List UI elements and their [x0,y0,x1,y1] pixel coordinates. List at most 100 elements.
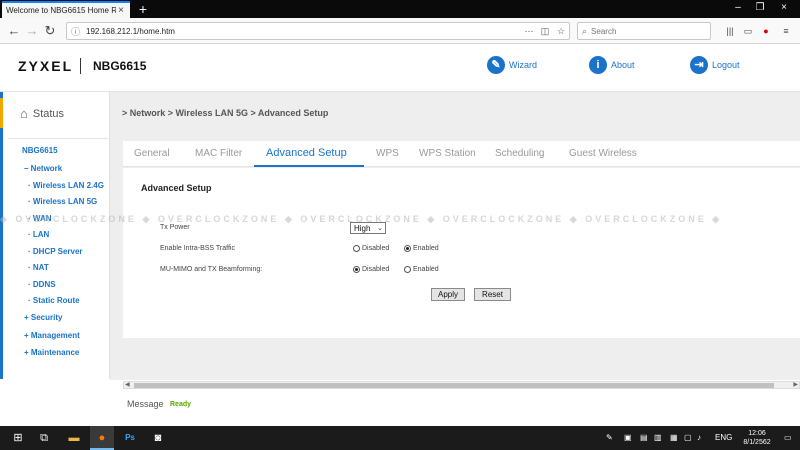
search-icon: ⌕ [582,25,588,36]
scrollbar-thumb[interactable] [134,383,774,388]
radio-label: Enabled [413,245,439,252]
window-close-icon[interactable]: × [774,2,794,13]
firefox-icon[interactable]: ● [94,430,110,446]
clock-date: 8/1/2562 [743,439,771,446]
wizard-label: Wizard [509,60,538,70]
clock[interactable]: 12:06 8/1/2562 [737,429,777,447]
intra-bss-enabled-radio[interactable]: Enabled [404,245,439,252]
browser-nav-bar: ← → ↻ ⓘ 192.168.212.1/home.htm ⋯ ◫ ☆ ⌕ |… [0,18,800,44]
camera-app-icon[interactable]: ◙ [150,430,166,446]
forward-icon[interactable]: → [24,23,40,39]
intra-bss-label: Enable Intra-BSS Traffic [160,245,235,252]
about-link[interactable]: i About [589,56,635,74]
volume-icon[interactable]: ♪ [697,433,701,442]
file-explorer-icon[interactable]: ▬ [66,430,82,446]
tray-icon[interactable]: ▥ [654,433,662,442]
address-bar[interactable]: ⓘ 192.168.212.1/home.htm ⋯ ◫ ☆ [66,22,570,40]
tx-power-value: High [354,223,371,233]
status-highlight-bar [0,98,3,128]
sidebar-item-maintenance[interactable]: + Maintenance [24,348,79,357]
reset-button[interactable]: Reset [474,288,511,301]
back-icon[interactable]: ← [6,23,22,39]
sidebar-item-nat[interactable]: · NAT [28,263,49,272]
address-url: 192.168.212.1/home.htm [86,26,175,36]
browser-tab-title: Welcome to NBG6615 Home Ro [6,6,116,15]
tab-advanced-setup[interactable]: Advanced Setup [266,147,347,159]
sidebar-item-wireless-24g[interactable]: · Wireless LAN 2.4G [28,181,104,190]
sidebar-item-dhcp[interactable]: · DHCP Server [28,247,83,256]
notifications-icon[interactable]: ▭ [784,433,792,442]
logout-label: Logout [712,60,740,70]
wizard-link[interactable]: ✎ Wizard [487,56,537,74]
sidebar-item-static-route[interactable]: · Static Route [28,296,80,305]
brand-logo: ZYXEL [18,58,74,74]
sidebar-item-ddns[interactable]: · DDNS [28,280,56,289]
info-icon: i [589,56,607,74]
taskbar: ⊞ ⧉ ▬ ● Ps ◙ ✎ ▣ ▤ ▥ ▦ ▢ ♪ ENG 12:06 8/1… [0,426,800,450]
library-icon[interactable]: ||| [724,26,736,36]
sidebar-toggle-icon[interactable]: ▭ [742,26,754,37]
bookmark-star-icon[interactable]: ☆ [553,26,569,37]
photoshop-icon[interactable]: Ps [122,430,138,446]
new-tab-icon[interactable]: + [136,1,150,17]
model-name: NBG6615 [93,59,147,73]
watermark: ◈ OVERCLOCKZONE ◈ OVERCLOCKZONE ◈ OVERCL… [0,214,723,224]
pen-icon[interactable]: ✎ [606,433,613,442]
radio-unchecked-icon [353,245,360,252]
tab-general[interactable]: General [134,148,170,159]
message-bar [123,397,580,412]
browser-tab-bar: Welcome to NBG6615 Home Ro × + – ❐ × [0,0,800,18]
sidebar-item-management[interactable]: + Management [24,331,80,340]
reload-icon[interactable]: ↻ [42,23,58,39]
language-indicator[interactable]: ENG [715,433,732,442]
page-actions-icon[interactable]: ⋯ [521,26,537,37]
sidebar-item-network[interactable]: – Network [24,164,62,173]
logout-link[interactable]: ⇥ Logout [690,56,740,74]
browser-tab[interactable]: Welcome to NBG6615 Home Ro × [2,1,130,18]
home-icon: ⌂ [20,106,28,121]
tray-icon[interactable]: ▢ [684,433,692,442]
sidebar-item-lan[interactable]: · LAN [28,230,49,239]
addon-icon[interactable]: ● [760,26,772,36]
about-label: About [611,60,635,70]
intra-bss-disabled-radio[interactable]: Disabled [353,245,389,252]
tab-mac-filter[interactable]: MAC Filter [195,148,242,159]
close-tab-icon[interactable]: × [116,5,126,16]
tab-wps-station[interactable]: WPS Station [419,148,476,159]
wizard-icon: ✎ [487,56,505,74]
active-tab-indicator [254,165,364,167]
windows-start-icon[interactable]: ⊞ [10,430,26,446]
tray-icon[interactable]: ▤ [640,433,648,442]
mu-mimo-label: MU-MIMO and TX Beamforming: [160,266,263,273]
search-box[interactable]: ⌕ [577,22,711,40]
maximize-icon[interactable]: ❐ [750,2,770,13]
breadcrumb: > Network > Wireless LAN 5G > Advanced S… [122,108,329,118]
status-label: Status [32,107,65,120]
mu-mimo-disabled-radio[interactable]: Disabled [353,266,389,273]
tab-wps[interactable]: WPS [376,148,399,159]
router-header: ZYXEL NBG6615 [0,44,800,92]
mu-mimo-enabled-radio[interactable]: Enabled [404,266,439,273]
scroll-right-icon[interactable]: ▶ [793,381,798,388]
menu-icon[interactable]: ≡ [780,26,792,36]
radio-label: Disabled [362,245,390,252]
task-view-icon[interactable]: ⧉ [36,430,52,446]
scroll-left-icon[interactable]: ◀ [125,381,130,388]
status-menu[interactable]: ⌂ Status [20,106,64,121]
search-input[interactable] [591,26,692,36]
tray-icon[interactable]: ▣ [624,433,632,442]
sidebar-item-wireless-5g[interactable]: · Wireless LAN 5G [28,197,97,206]
logout-icon: ⇥ [690,56,708,74]
network-icon[interactable]: ▦ [670,433,678,442]
horizontal-scrollbar[interactable]: ◀ ▶ [123,381,800,389]
radio-unchecked-icon [404,266,411,273]
sidebar-item-device[interactable]: NBG6615 [22,146,58,155]
tab-scheduling[interactable]: Scheduling [495,148,544,159]
pocket-icon[interactable]: ◫ [537,26,553,37]
sidebar-item-security[interactable]: + Security [24,313,62,322]
page-info-icon[interactable]: ⓘ [71,25,80,38]
tab-guest-wireless[interactable]: Guest Wireless [569,148,637,159]
tx-power-select[interactable]: High ⌄ [350,222,386,234]
apply-button[interactable]: Apply [431,288,465,301]
minimize-icon[interactable]: – [728,2,748,13]
